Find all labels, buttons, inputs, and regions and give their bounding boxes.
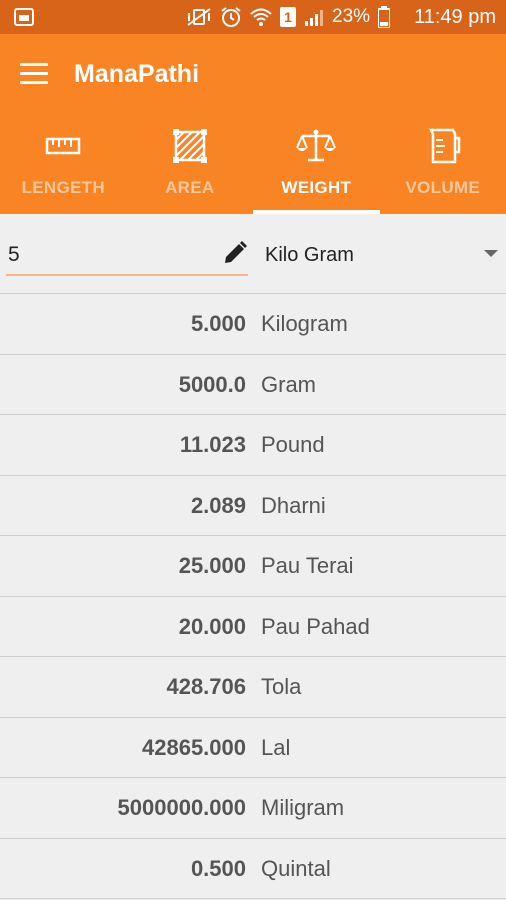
beaker-icon xyxy=(428,128,460,164)
hamburger-menu-icon[interactable] xyxy=(20,63,48,85)
unit-category-tabs: LENGETH AREA WEIGHT VOLUME xyxy=(0,118,506,214)
result-unit: Pound xyxy=(261,432,325,457)
tab-label-volume: VOLUME xyxy=(405,178,481,197)
result-row-miligram: 5000000.000 Miligram xyxy=(0,778,506,839)
wifi-icon xyxy=(250,8,272,26)
results-list: 5.000 Kilogram 5000.0 Gram 11.023 Pound 2.0… xyxy=(0,294,506,899)
result-row-lal: 42865.000 Lal xyxy=(0,718,506,778)
result-row-pau-terai: 25.000 Pau Terai xyxy=(0,536,506,597)
tab-label-length: LENGETH xyxy=(21,178,105,197)
sim-badge: 1 xyxy=(280,7,296,27)
result-value: 42865.000 xyxy=(142,734,246,760)
battery-icon xyxy=(378,6,391,28)
unit-dropdown[interactable]: Kilo Gram xyxy=(256,234,506,276)
chevron-down-icon xyxy=(484,250,498,257)
result-row-dharni: 2.089 Dharni xyxy=(0,476,506,536)
result-row-tola: 428.706 Tola xyxy=(0,657,506,718)
app-title: ManaPathi xyxy=(74,60,200,88)
tab-label-area: AREA xyxy=(165,178,215,197)
tab-weight[interactable]: WEIGHT xyxy=(253,118,380,214)
scale-icon xyxy=(296,129,337,162)
tab-area[interactable]: AREA xyxy=(127,118,254,214)
selected-unit: Kilo Gram xyxy=(265,244,354,266)
tab-length[interactable]: LENGETH xyxy=(0,118,127,214)
signal-icon xyxy=(305,10,323,26)
result-value: 0.500 xyxy=(190,855,246,881)
app-bar: ManaPathi LENGETH AREA WEIGHT VOLUME xyxy=(0,34,506,214)
result-unit: Miligram xyxy=(261,795,345,820)
result-value: 2.089 xyxy=(190,492,246,518)
status-icons: 1 23% xyxy=(186,6,391,28)
gallery-notification-icon xyxy=(14,8,34,26)
result-unit: Gram xyxy=(261,371,316,397)
result-unit: Tola xyxy=(261,674,302,699)
pencil-icon xyxy=(225,241,247,263)
result-value: 11.023 xyxy=(179,432,246,457)
result-unit: Dharni xyxy=(261,492,326,518)
result-value: 20.000 xyxy=(178,613,246,639)
result-row-pau-pahad: 20.000 Pau Pahad xyxy=(0,597,506,657)
converter-input-row: Kilo Gram xyxy=(0,214,506,294)
result-row-quintal: 0.500 Quintal xyxy=(0,839,506,899)
result-row-pound: 11.023 Pound xyxy=(0,415,506,476)
alarm-icon xyxy=(221,7,241,27)
result-value: 5000000.000 xyxy=(117,795,246,820)
mute-vibrate-icon xyxy=(187,8,211,26)
value-input[interactable] xyxy=(6,236,248,276)
result-unit: Quintal xyxy=(261,855,331,881)
status-time: 11:49 pm xyxy=(414,6,496,28)
result-row-gram: 5000.0 Gram xyxy=(0,355,506,415)
result-unit: Lal xyxy=(261,734,291,760)
result-unit: Kilogram xyxy=(261,311,348,336)
result-value: 428.706 xyxy=(166,674,246,699)
result-unit: Pau Pahad xyxy=(261,613,370,639)
tab-label-weight: WEIGHT xyxy=(281,178,352,197)
status-bar: 1 23% 11:49 pm xyxy=(0,0,506,34)
area-icon xyxy=(172,129,207,163)
result-row-kilogram: 5.000 Kilogram xyxy=(0,294,506,355)
battery-percent: 23% xyxy=(332,6,371,27)
tab-volume[interactable]: VOLUME xyxy=(380,118,506,214)
ruler-icon xyxy=(46,137,81,155)
result-unit: Pau Terai xyxy=(261,553,354,578)
result-value: 5000.0 xyxy=(178,371,246,397)
result-value: 25.000 xyxy=(178,553,246,578)
result-value: 5.000 xyxy=(190,311,246,336)
